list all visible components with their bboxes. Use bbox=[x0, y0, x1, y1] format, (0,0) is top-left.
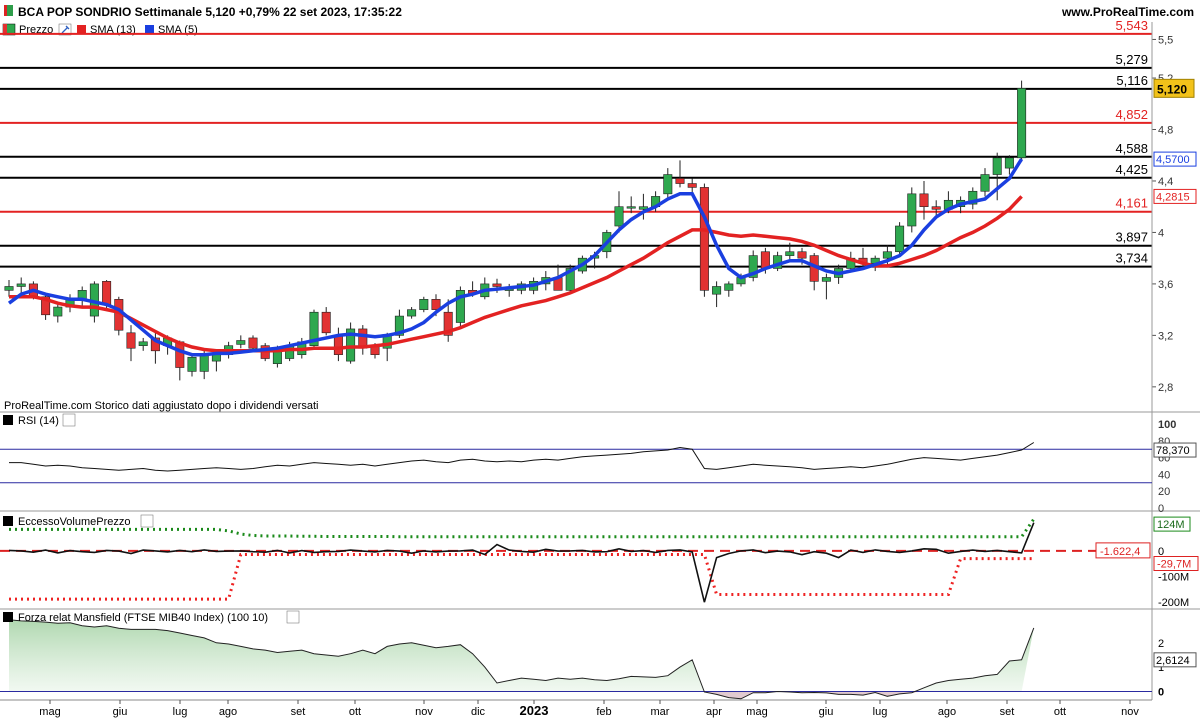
x-tick-label: ott bbox=[349, 706, 361, 718]
sma5-label: 4,5700 bbox=[1156, 154, 1190, 166]
x-tick-label: feb bbox=[596, 706, 611, 718]
volume-tick-label: -100M bbox=[1158, 572, 1189, 584]
x-tick-label: ago bbox=[219, 706, 237, 718]
mansfield-title: Forza relat Mansfield (FTSE MIB40 Index)… bbox=[18, 612, 268, 624]
volume-title: EccessoVolumePrezzo bbox=[18, 516, 131, 528]
candle-body bbox=[211, 354, 221, 362]
x-tick-label: dic bbox=[471, 706, 486, 718]
x-tick-label: nov bbox=[1121, 706, 1139, 718]
x-tick-label: set bbox=[1000, 706, 1015, 718]
candle-body bbox=[53, 306, 63, 317]
level-label: 3,897 bbox=[1115, 230, 1148, 245]
rsi-tick-label: 0 bbox=[1158, 503, 1164, 515]
candle-body bbox=[187, 356, 197, 372]
x-tick-label: mag bbox=[39, 706, 60, 718]
candle-body bbox=[712, 286, 722, 295]
x-tick-label: lug bbox=[173, 706, 188, 718]
rsi-last-label: 78,370 bbox=[1156, 445, 1190, 457]
candle-body bbox=[931, 206, 941, 210]
wrench-icon bbox=[62, 413, 76, 427]
y-tick-label: 3,2 bbox=[1158, 330, 1173, 342]
mansfield-legend-swatch bbox=[3, 612, 13, 622]
candle-body bbox=[785, 251, 795, 256]
candle-body bbox=[699, 187, 709, 291]
y-tick-label: 4,8 bbox=[1158, 125, 1173, 137]
y-tick-label: 4 bbox=[1158, 227, 1164, 239]
candle-body bbox=[907, 193, 917, 227]
candle-body bbox=[724, 283, 734, 291]
x-tick-label: mag bbox=[746, 706, 767, 718]
x-tick-label: lug bbox=[873, 706, 888, 718]
level-label: 5,116 bbox=[1116, 73, 1148, 88]
candle-body bbox=[980, 174, 990, 192]
candle-body bbox=[614, 206, 624, 227]
mansfield-tick-label: 0 bbox=[1158, 686, 1164, 698]
y-tick-label: 3,6 bbox=[1158, 279, 1173, 291]
x-tick-label: giu bbox=[819, 706, 834, 718]
level-label: 4,161 bbox=[1115, 196, 1148, 211]
rsi-title: RSI (14) bbox=[18, 415, 59, 427]
candle-body bbox=[919, 193, 929, 208]
candle-body bbox=[333, 335, 343, 355]
rsi-tick-label: 40 bbox=[1158, 469, 1170, 481]
candle-body bbox=[419, 299, 429, 310]
x-tick-label: apr bbox=[706, 706, 722, 718]
y-tick-label: 2,8 bbox=[1158, 382, 1173, 394]
level-label: 5,279 bbox=[1115, 52, 1148, 67]
candle-body bbox=[492, 283, 502, 287]
candle-body bbox=[675, 178, 685, 184]
candle-body bbox=[1004, 157, 1014, 169]
candle-body bbox=[821, 277, 831, 282]
rsi-tick-label: 100 bbox=[1158, 419, 1176, 431]
x-tick-label: ago bbox=[938, 706, 956, 718]
volume-lower-label: -29,7M bbox=[1157, 559, 1191, 571]
x-tick-label: 2023 bbox=[520, 703, 549, 718]
level-label: 4,425 bbox=[1115, 162, 1148, 177]
candle-body bbox=[4, 286, 14, 291]
x-tick-label: set bbox=[291, 706, 306, 718]
candle-body bbox=[321, 311, 331, 334]
candle-body bbox=[687, 183, 697, 188]
rsi-tick-label: 20 bbox=[1158, 486, 1170, 498]
candle-body bbox=[407, 309, 417, 317]
level-label: 4,852 bbox=[1115, 107, 1148, 122]
y-tick-label: 5,5 bbox=[1158, 34, 1173, 46]
level-label: 4,588 bbox=[1115, 141, 1148, 156]
candle-body bbox=[102, 281, 112, 305]
sma13-label: 4,2815 bbox=[1156, 191, 1190, 203]
candle-body bbox=[626, 206, 636, 209]
rsi-legend-swatch bbox=[3, 415, 13, 425]
wrench-icon bbox=[140, 514, 154, 528]
candle-body bbox=[992, 157, 1002, 175]
x-tick-label: nov bbox=[415, 706, 433, 718]
y-tick-label: 4,4 bbox=[1158, 176, 1173, 188]
candle-body bbox=[138, 341, 148, 346]
volume-legend-swatch bbox=[3, 516, 13, 526]
footnote: ProRealTime.com Storico dati aggiustato … bbox=[4, 400, 318, 412]
mansfield-tick-label: 2 bbox=[1158, 638, 1164, 650]
x-tick-label: ott bbox=[1054, 706, 1066, 718]
mansfield-last-label: 2,6124 bbox=[1156, 655, 1190, 667]
level-label: 3,734 bbox=[1115, 251, 1148, 266]
level-label: 5,543 bbox=[1115, 18, 1148, 33]
chart-area: Prezzo SMA (13) SMA (5) 5,5435,2795,1164… bbox=[0, 18, 1200, 720]
volume-upper-label: 124M bbox=[1157, 519, 1185, 531]
last-price-label: 5,120 bbox=[1157, 82, 1187, 96]
candle-body bbox=[663, 174, 673, 195]
candle-body bbox=[1017, 88, 1027, 159]
wrench-icon bbox=[286, 610, 300, 624]
x-tick-label: giu bbox=[113, 706, 128, 718]
candle-body bbox=[895, 225, 905, 253]
x-tick-label: mar bbox=[651, 706, 670, 718]
candle-body bbox=[797, 251, 807, 259]
volume-ref-label: -1.622,4 bbox=[1100, 546, 1140, 558]
candle-body bbox=[248, 337, 258, 349]
candle-body bbox=[236, 340, 246, 345]
volume-tick-label: -200M bbox=[1158, 597, 1189, 609]
candle-body bbox=[882, 251, 892, 259]
candle-body bbox=[126, 332, 136, 349]
candle-body bbox=[16, 283, 26, 287]
